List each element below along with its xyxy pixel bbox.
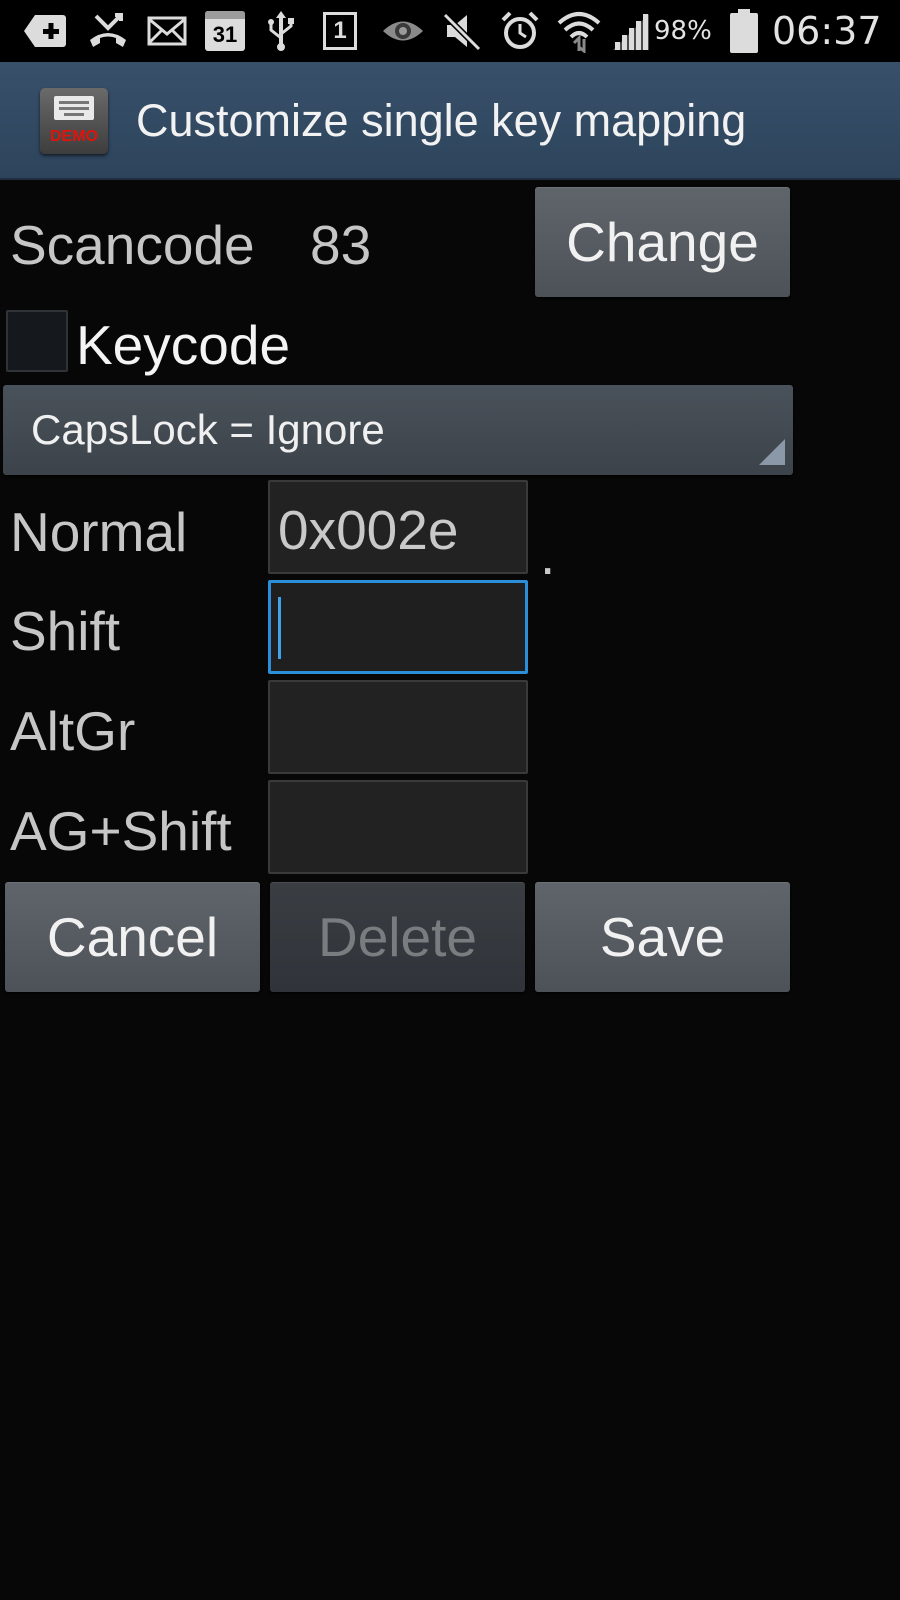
keyboard-icon [54, 96, 94, 120]
missed-call-icon [86, 8, 130, 54]
alarm-icon [498, 8, 542, 54]
normal-char-preview: . [540, 524, 556, 586]
sim-icon: 1 [320, 8, 360, 54]
save-button[interactable]: Save [535, 882, 790, 992]
signal-icon [612, 8, 650, 54]
altgr-field[interactable] [268, 680, 528, 774]
cancel-button[interactable]: Cancel [5, 882, 260, 992]
delete-button[interactable]: Delete [270, 882, 525, 992]
app-icon[interactable]: DEMO [40, 88, 108, 154]
scancode-label: Scancode [10, 214, 255, 276]
agshift-field[interactable] [268, 780, 528, 874]
sim-number: 1 [323, 12, 357, 50]
shift-field[interactable] [268, 580, 528, 674]
usb-icon [262, 8, 300, 54]
clock: 06:37 [772, 9, 882, 53]
capslock-spinner-value: CapsLock = Ignore [31, 406, 385, 453]
battery-icon [728, 8, 760, 54]
page-title: Customize single key mapping [136, 95, 747, 146]
battery-percent: 98% [654, 16, 712, 46]
dropdown-arrow-icon [759, 439, 785, 465]
scancode-value: 83 [310, 214, 372, 276]
eye-icon [380, 8, 426, 54]
wifi-icon [556, 8, 602, 54]
calendar-icon: 31 [204, 8, 246, 54]
mute-icon [440, 8, 484, 54]
calendar-day: 31 [212, 22, 238, 47]
shift-label: Shift [10, 600, 121, 662]
normal-field[interactable]: 0x002e [268, 480, 528, 574]
action-bar: DEMO Customize single key mapping [0, 62, 900, 180]
change-button[interactable]: Change [535, 187, 790, 297]
demo-badge: DEMO [50, 128, 98, 145]
add-icon [22, 8, 68, 54]
text-caret [278, 597, 281, 659]
normal-label: Normal [10, 501, 188, 563]
keycode-label[interactable]: Keycode [76, 305, 290, 385]
mail-icon [146, 8, 188, 54]
keycode-checkbox[interactable] [6, 310, 68, 372]
status-bar: 31 1 98% 06:37 [0, 0, 900, 62]
capslock-spinner[interactable]: CapsLock = Ignore [3, 385, 793, 475]
agshift-label: AG+Shift [10, 800, 232, 862]
normal-field-value: 0x002e [278, 499, 459, 561]
altgr-label: AltGr [10, 700, 136, 762]
